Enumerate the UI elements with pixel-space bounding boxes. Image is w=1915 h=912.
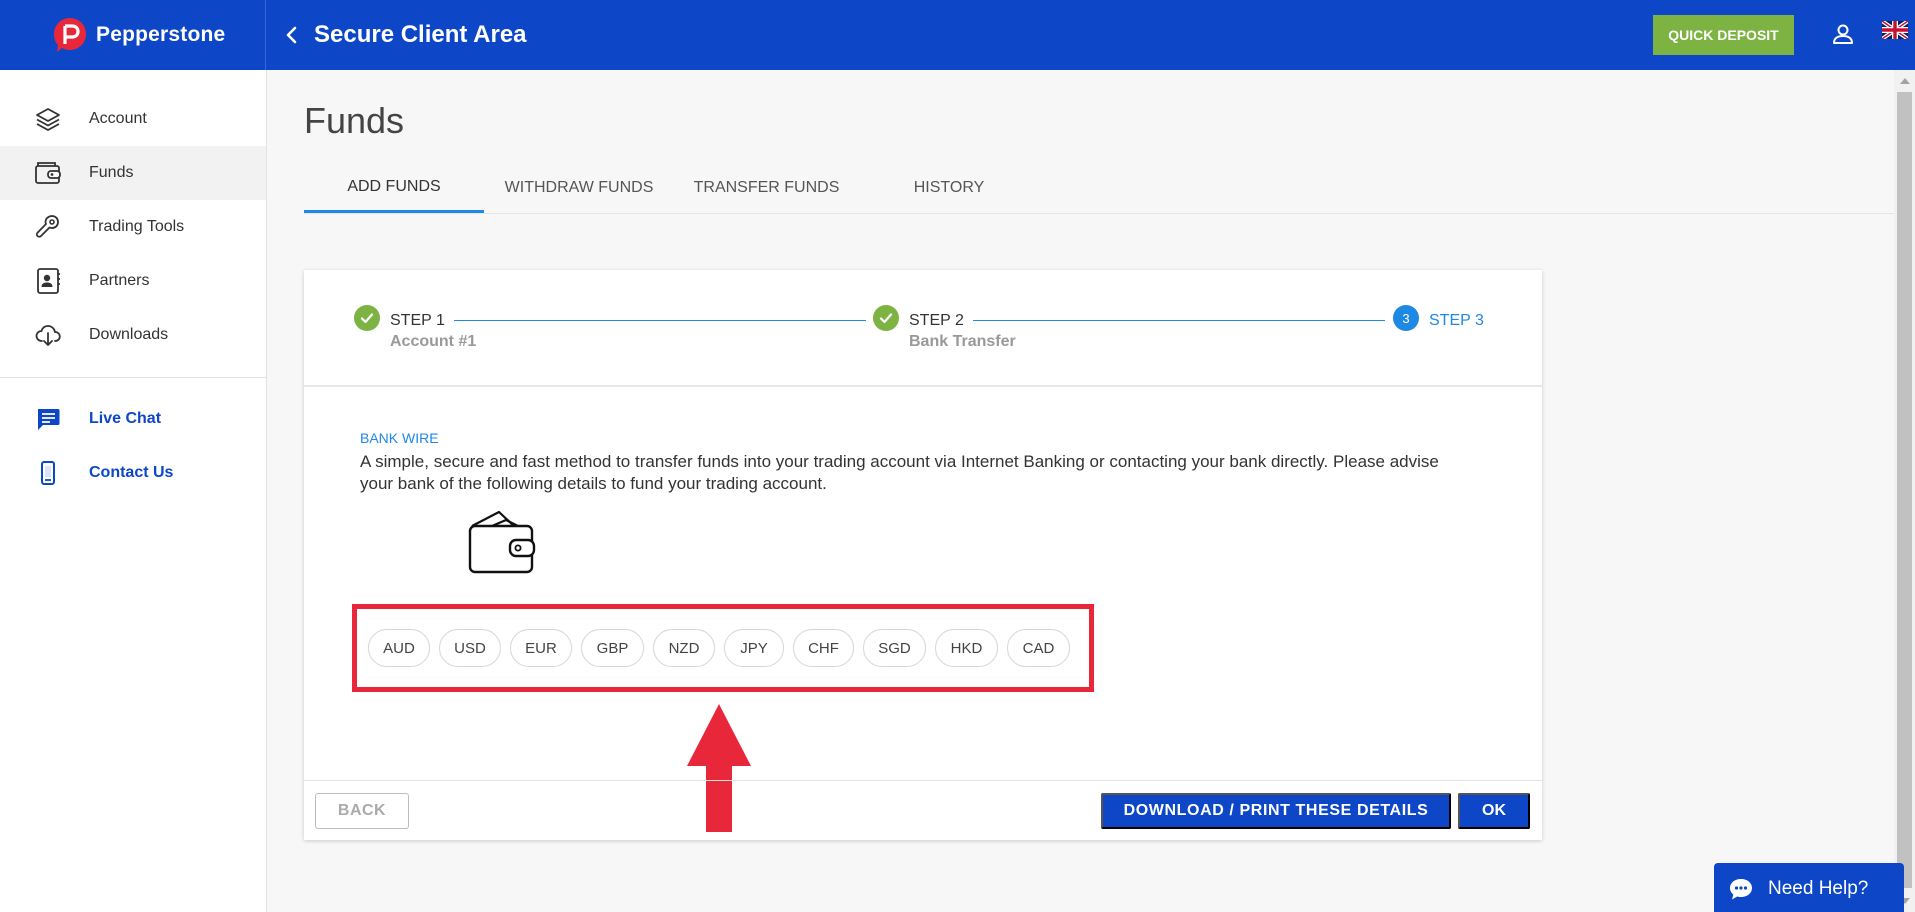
currency-chip-usd[interactable]: USD [439, 629, 501, 667]
stepper: STEP 1 Account #1 STEP 2 Bank Transfer 3… [304, 270, 1542, 387]
bank-wire-label: BANK WIRE [360, 430, 439, 446]
currency-chip-gbp[interactable]: GBP [581, 629, 644, 667]
sidebar-item-label: Trading Tools [89, 218, 185, 235]
sidebar-item-label: Contact Us [89, 464, 174, 481]
step-3-label: STEP 3 [1429, 312, 1484, 329]
download-print-button[interactable]: DOWNLOAD / PRINT THESE DETAILS [1101, 793, 1451, 829]
sidebar-item-funds[interactable]: Funds [0, 146, 266, 200]
user-icon[interactable] [1830, 21, 1856, 47]
funds-tabs: ADD FUNDS WITHDRAW FUNDS TRANSFER FUNDS … [304, 163, 1039, 213]
sidebar: Account Funds Trading Tools Partners Dow… [0, 70, 267, 912]
tab-withdraw-funds[interactable]: WITHDRAW FUNDS [484, 163, 674, 213]
sidebar-item-trading-tools[interactable]: Trading Tools [0, 200, 266, 254]
currency-chip-nzd[interactable]: NZD [653, 629, 715, 667]
step-2-sub: Bank Transfer [909, 333, 1016, 350]
card-footer-divider [304, 780, 1542, 781]
currency-chip-sgd[interactable]: SGD [863, 629, 926, 667]
tab-add-funds[interactable]: ADD FUNDS [304, 163, 484, 213]
currency-chip-hkd[interactable]: HKD [935, 629, 998, 667]
back-button[interactable]: BACK [315, 793, 409, 829]
step-1-label: STEP 1 [390, 312, 445, 329]
currency-chip-eur[interactable]: EUR [510, 629, 572, 667]
sidebar-item-partners[interactable]: Partners [0, 254, 266, 308]
wallet-icon [33, 158, 63, 188]
sidebar-item-live-chat[interactable]: Live Chat [0, 392, 266, 446]
add-funds-card: STEP 1 Account #1 STEP 2 Bank Transfer 3… [304, 270, 1542, 840]
sidebar-item-label: Partners [89, 272, 150, 289]
tabs-underline [304, 213, 1894, 214]
step-1-sub: Account #1 [390, 333, 477, 350]
contact-book-icon [33, 266, 63, 296]
currency-chip-jpy[interactable]: JPY [724, 629, 784, 667]
sidebar-item-downloads[interactable]: Downloads [0, 308, 266, 362]
check-icon [873, 305, 899, 331]
page-scrollbar[interactable] [1894, 70, 1915, 912]
sidebar-item-account[interactable]: Account [0, 92, 266, 146]
page-title: Funds [304, 100, 405, 141]
currency-chip-aud[interactable]: AUD [368, 629, 430, 667]
bank-wire-description: A simple, secure and fast method to tran… [360, 452, 1439, 493]
top-bar: Pepperstone Secure Client Area QUICK DEP… [0, 0, 1915, 70]
step-2-label: STEP 2 [909, 312, 964, 329]
chat-icon [33, 404, 63, 434]
step-connector [454, 320, 866, 321]
brand[interactable]: Pepperstone [0, 0, 266, 70]
tab-history[interactable]: HISTORY [859, 163, 1039, 213]
currency-chip-cad[interactable]: CAD [1007, 629, 1070, 667]
layers-icon [33, 104, 63, 134]
cloud-download-icon [33, 320, 63, 350]
wallet-icon [468, 510, 536, 574]
sidebar-divider [0, 377, 266, 378]
uk-flag-icon[interactable] [1882, 21, 1908, 39]
tab-transfer-funds[interactable]: TRANSFER FUNDS [674, 163, 859, 213]
chevron-left-icon[interactable] [280, 23, 304, 47]
sidebar-item-label: Live Chat [89, 410, 162, 427]
wrench-icon [33, 212, 63, 242]
quick-deposit-button[interactable]: QUICK DEPOSIT [1653, 15, 1794, 55]
need-help-button[interactable]: Need Help? [1714, 863, 1904, 912]
pepperstone-logo-icon [54, 18, 86, 52]
phone-icon [33, 458, 63, 488]
scroll-up-arrow-icon[interactable] [1900, 78, 1910, 84]
sidebar-item-contact-us[interactable]: Contact Us [0, 446, 266, 500]
need-help-label: Need Help? [1768, 878, 1869, 899]
step-connector [973, 320, 1385, 321]
currency-chip-chf[interactable]: CHF [793, 629, 854, 667]
sidebar-item-label: Downloads [89, 326, 169, 343]
currency-selector: AUD USD EUR GBP NZD JPY CHF SGD HKD CAD [352, 604, 1094, 692]
brand-name: Pepperstone [96, 23, 226, 46]
annotation-arrow-icon [687, 704, 751, 832]
ok-button[interactable]: OK [1458, 793, 1530, 829]
step-3-number: 3 [1393, 305, 1419, 331]
check-icon [354, 305, 380, 331]
area-title: Secure Client Area [314, 21, 527, 48]
chat-bubble-icon [1730, 879, 1752, 900]
scroll-thumb[interactable] [1897, 92, 1912, 888]
sidebar-item-label: Funds [89, 164, 134, 181]
sidebar-item-label: Account [89, 110, 147, 127]
